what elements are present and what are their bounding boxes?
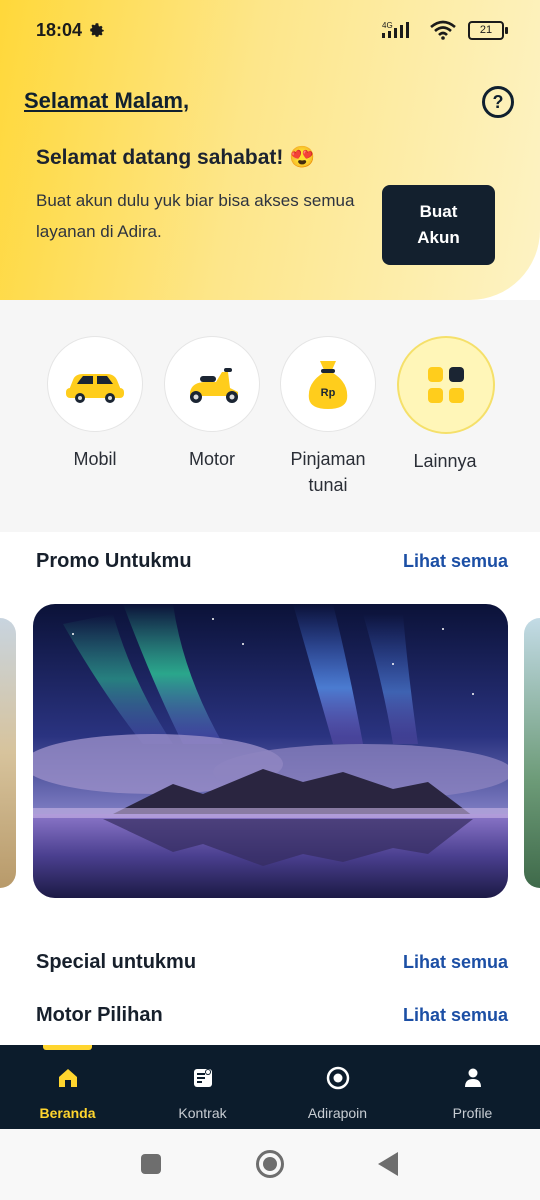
special-see-all-link[interactable]: Lihat semua	[403, 952, 508, 973]
points-icon	[326, 1066, 349, 1090]
nav-kontrak[interactable]: Kontrak	[135, 1045, 270, 1129]
nav-adirapoin[interactable]: Adirapoin	[270, 1045, 405, 1129]
hero-banner: 18:04 4G 21 Selamat Malam, ? Selamat dat…	[0, 0, 540, 300]
cell-signal-icon: 4G	[382, 21, 409, 38]
help-question-icon: ?	[492, 91, 504, 112]
status-bar: 18:04 4G 21	[36, 18, 508, 42]
battery-icon: 21	[468, 20, 508, 40]
category-menu: Mobil Motor Rp Pinjaman tunai Lainnya	[0, 300, 540, 532]
promo-card-next[interactable]	[524, 618, 540, 888]
category-pinjaman[interactable]: Rp Pinjaman tunai	[280, 336, 376, 498]
scooter-icon	[190, 368, 238, 403]
category-lainnya[interactable]: Lainnya	[397, 336, 495, 474]
motor-see-all-link[interactable]: Lihat semua	[403, 1005, 508, 1026]
contract-icon	[193, 1069, 212, 1087]
category-pinjaman-circle[interactable]: Rp	[280, 336, 376, 432]
nav-adirapoin-label: Adirapoin	[307, 1105, 368, 1121]
category-lainnya-circle[interactable]	[397, 336, 495, 434]
nav-profile[interactable]: Profile	[405, 1045, 540, 1129]
category-motor-circle[interactable]	[164, 336, 260, 432]
motor-section-title: Motor Pilihan	[36, 1004, 163, 1026]
welcome-body: Buat akun dulu yuk biar bisa akses semua…	[36, 191, 355, 241]
welcome-title: Selamat datang sahabat! 😍	[36, 146, 316, 169]
home-circle-icon[interactable]	[255, 1149, 285, 1179]
promo-see-all-link[interactable]: Lihat semua	[403, 551, 508, 572]
status-time: 18:04	[36, 19, 83, 40]
money-bag-icon: Rp	[308, 361, 348, 409]
profile-icon	[464, 1068, 481, 1087]
category-pinjaman-label: Pinjaman tunai	[290, 449, 366, 495]
bottom-navigation: Beranda Kontrak Adirapoin Profile	[0, 1045, 540, 1129]
category-motor-label: Motor	[188, 449, 235, 469]
recent-apps-icon[interactable]	[140, 1153, 162, 1175]
back-triangle-icon[interactable]	[376, 1151, 400, 1177]
category-lainnya-label: Lainnya	[413, 451, 477, 471]
aurora-landscape-image	[33, 604, 508, 898]
promo-banner[interactable]	[33, 604, 508, 898]
category-mobil-circle[interactable]	[47, 336, 143, 432]
status-icons: 4G 21	[380, 20, 508, 40]
network-type-label: 4G	[382, 21, 393, 30]
special-section-title: Special untukmu	[36, 951, 197, 973]
greeting-text: Selamat Malam,	[24, 88, 190, 113]
system-navigation-bar	[0, 1129, 540, 1200]
create-account-button[interactable]: Buat Akun	[382, 185, 495, 265]
wifi-icon	[430, 20, 456, 40]
nav-beranda-label: Beranda	[39, 1105, 96, 1121]
battery-level: 21	[479, 24, 493, 36]
car-icon	[66, 374, 124, 403]
grid-icon	[428, 367, 464, 403]
category-mobil[interactable]: Mobil	[47, 336, 143, 472]
create-account-label: Buat Akun	[417, 202, 460, 247]
promo-section-title: Promo Untukmu	[36, 550, 192, 572]
promo-card-previous[interactable]	[0, 618, 16, 888]
nav-profile-label: Profile	[452, 1105, 493, 1121]
money-bag-currency: Rp	[321, 387, 336, 399]
nav-kontrak-label: Kontrak	[178, 1105, 227, 1121]
settings-gear-icon	[90, 23, 104, 37]
category-mobil-label: Mobil	[73, 449, 117, 469]
home-icon	[58, 1069, 77, 1087]
status-time-group: 18:04	[36, 20, 106, 41]
help-button[interactable]: ?	[482, 86, 514, 118]
nav-beranda[interactable]: Beranda	[0, 1045, 135, 1129]
category-motor[interactable]: Motor	[164, 336, 260, 472]
